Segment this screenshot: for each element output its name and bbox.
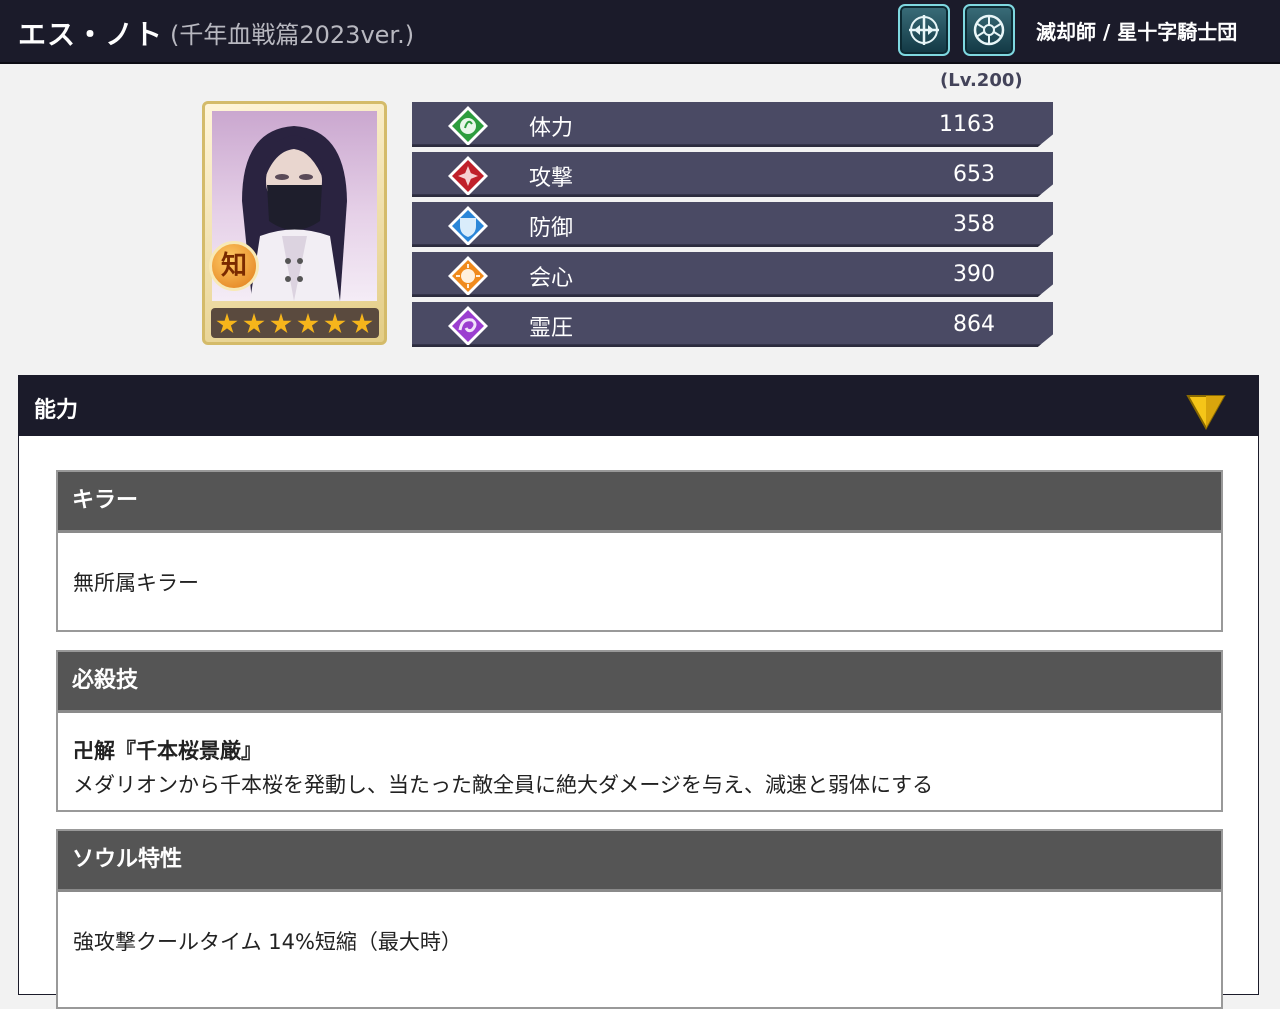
soul-trait-text: 強攻撃クールタイム 14%短縮（最大時） (73, 930, 462, 954)
character-version: (千年血戦篇2023ver.) (170, 21, 415, 49)
rarity-stars (211, 308, 379, 338)
affiliation-label: 滅却師 / 星十字騎士団 (1036, 20, 1238, 44)
ability-header[interactable]: 能力 (19, 376, 1258, 436)
character-name: エス・ノト (18, 18, 164, 51)
stat-value: 1163 (939, 112, 995, 137)
attack-icon (448, 156, 488, 196)
ability-panel: 能力 キラー 無所属キラー 必殺技 卍解『千本桜景厳』 メダリオンから千本桜を発… (18, 375, 1259, 1009)
stat-value: 390 (953, 262, 995, 287)
stat-row-attack: 攻撃 653 (412, 152, 1053, 197)
critical-icon (448, 256, 488, 296)
star-icon (297, 313, 319, 334)
soul-trait-heading: ソウル特性 (58, 831, 1221, 892)
level-label: (Lv.200) (940, 70, 1023, 91)
triangle-down-icon[interactable] (1186, 394, 1226, 430)
quincy-emblem-icon (963, 4, 1015, 56)
star-icon (351, 313, 373, 334)
hp-icon (448, 106, 488, 146)
special-move-heading: 必殺技 (58, 652, 1221, 713)
star-icon (243, 313, 265, 334)
stat-value: 358 (953, 212, 995, 237)
stat-value: 864 (953, 312, 995, 337)
intellect-type-badge: 知 (209, 241, 259, 291)
star-icon (324, 313, 346, 334)
spirit-pressure-icon (448, 306, 488, 346)
killer-heading: キラー (58, 472, 1221, 533)
stat-value: 653 (953, 162, 995, 187)
stat-row-defense: 防御 358 (412, 202, 1053, 247)
killer-box: キラー 無所属キラー (56, 470, 1223, 632)
defense-icon (448, 206, 488, 246)
stat-label: 霊圧 (529, 316, 574, 341)
stat-label: 体力 (529, 116, 574, 141)
special-move-name: 卍解『千本桜景厳』 (73, 739, 262, 763)
stat-label: 会心 (529, 266, 574, 291)
top-bar: エス・ノト (千年血戦篇2023ver.) 滅却師 / 星十字騎士団 (0, 0, 1280, 64)
stat-row-critical: 会心 390 (412, 252, 1053, 297)
special-move-description: メダリオンから千本桜を発動し、当たった敵全員に絶大ダメージを与え、減速と弱体にす… (73, 773, 934, 797)
special-move-body: 卍解『千本桜景厳』 メダリオンから千本桜を発動し、当たった敵全員に絶大ダメージを… (58, 713, 1221, 799)
stat-row-spirit-pressure: 霊圧 864 (412, 302, 1053, 347)
bow-attribute-icon (898, 4, 950, 56)
stat-label: 防御 (529, 216, 574, 241)
star-icon (270, 313, 292, 334)
star-icon (216, 313, 238, 334)
special-move-box: 必殺技 卍解『千本桜景厳』 メダリオンから千本桜を発動し、当たった敵全員に絶大ダ… (56, 650, 1223, 812)
stat-row-hp: 体力 1163 (412, 102, 1053, 147)
ability-title: 能力 (34, 398, 79, 423)
soul-trait-box: ソウル特性 強攻撃クールタイム 14%短縮（最大時） (56, 829, 1223, 1009)
character-card: 知 (202, 101, 387, 345)
killer-text: 無所属キラー (73, 571, 199, 595)
stat-label: 攻撃 (529, 166, 574, 191)
